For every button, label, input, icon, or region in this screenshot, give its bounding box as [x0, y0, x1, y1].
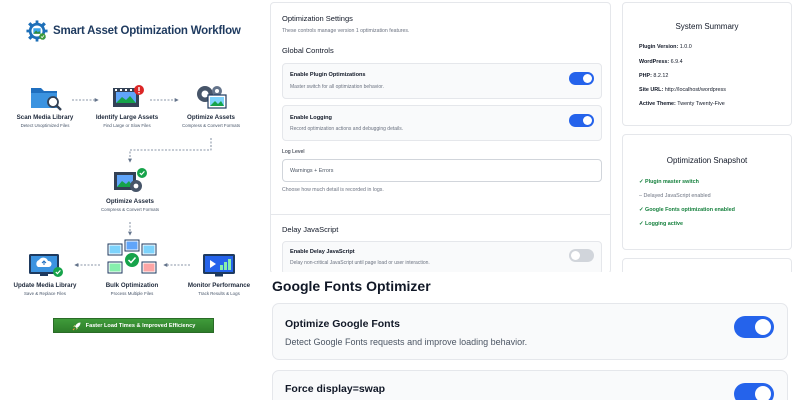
- delay-js-help: Delay non-critical JavaScript until page…: [290, 260, 430, 266]
- summary-key: Active Theme:: [639, 101, 676, 107]
- force-display-swap-card: Force display=swap: [272, 370, 788, 400]
- page-description: These controls manage version 1 optimiza…: [282, 28, 410, 34]
- summary-row-plugin-version: Plugin Version: 1.0.0: [639, 44, 692, 50]
- node-identify-subtitle: Find Large or Slow Files: [103, 123, 151, 128]
- node-optimize-assets-top: Optimize Assets Compress & Convert Forma…: [172, 82, 250, 128]
- force-display-swap-label: Force display=swap: [285, 383, 386, 395]
- node-monitor-title: Monitor Performance: [187, 282, 251, 289]
- log-level-select[interactable]: Warnings + Errors: [282, 159, 602, 182]
- node-update-media-library: Update Media Library Save & Replace File…: [8, 250, 82, 296]
- node-identify-large-assets: Identify Large Assets Find Large or Slow…: [92, 82, 162, 128]
- logging-toggle[interactable]: [569, 114, 594, 127]
- logging-label: Enable Logging: [290, 115, 332, 121]
- optimize-google-fonts-card: Optimize Google Fonts Detect Google Font…: [272, 303, 788, 360]
- film-alert-icon: [113, 85, 144, 107]
- node-update-subtitle: Save & Replace Files: [24, 291, 66, 296]
- google-fonts-heading: Google Fonts Optimizer: [272, 278, 431, 294]
- plugin-optimizations-card: Enable Plugin Optimizations Master switc…: [282, 63, 602, 99]
- snapshot-item: – Delayed JavaScript enabled: [639, 193, 711, 199]
- node-optimize-assets-middle: Optimize Assets Compress & Convert Forma…: [91, 166, 169, 212]
- summary-value: 8.2.12: [653, 73, 669, 79]
- summary-row-wordpress: WordPress: 6.9.4: [639, 59, 683, 65]
- summary-row-site-url: Site URL: http://localhost/wordpress: [639, 87, 726, 93]
- summary-value: Twenty Twenty-Five: [677, 101, 725, 107]
- snapshot-item: ✓ Logging active: [639, 221, 684, 227]
- gear-image-logo-icon: [26, 20, 48, 42]
- delay-js-card: Enable Delay JavaScript Delay non-critic…: [282, 241, 602, 275]
- node-update-title: Update Media Library: [13, 282, 77, 289]
- summary-key: WordPress:: [639, 59, 670, 65]
- system-summary-title: System Summary: [675, 22, 739, 31]
- film-gear-check-icon: [114, 168, 147, 192]
- plugin-optimizations-label: Enable Plugin Optimizations: [290, 72, 366, 78]
- results-banner-label: Faster Load Times & Improved Efficiency: [85, 322, 196, 329]
- toggle-knob: [755, 386, 771, 400]
- summary-value: http://localhost/wordpress: [664, 87, 726, 93]
- summary-key: Site URL:: [639, 87, 664, 93]
- log-level-value: Warnings + Errors: [290, 168, 334, 174]
- optimize-google-fonts-toggle[interactable]: [734, 316, 774, 338]
- image-stack-icon: [107, 239, 157, 274]
- node-identify-title: Identify Large Assets: [95, 114, 159, 121]
- logging-card: Enable Logging Record optimization actio…: [282, 105, 602, 141]
- snapshot-item: ✓ Plugin master switch: [639, 179, 699, 185]
- optimization-settings-panel: Optimization Settings These controls man…: [270, 2, 611, 275]
- node-monitor-performance: Monitor Performance Track Results & Logs: [182, 250, 256, 296]
- snapshot-item: ✓ Google Fonts optimization enabled: [639, 207, 735, 213]
- toggle-knob: [571, 251, 580, 260]
- page-title: Optimization Settings: [282, 14, 353, 23]
- summary-value: 1.0.0: [679, 44, 692, 50]
- force-display-swap-toggle[interactable]: [734, 383, 774, 400]
- workflow-infographic: Smart Asset Optimization Workflow Scan M…: [0, 0, 262, 400]
- global-controls-heading: Global Controls: [282, 46, 334, 55]
- workflow-title-text: Smart Asset Optimization Workflow: [53, 25, 241, 37]
- delay-js-label: Enable Delay JavaScript: [290, 249, 355, 255]
- cloud-upload-icon: [29, 254, 63, 277]
- node-bulk-subtitle: Process Multiple Files: [110, 291, 154, 296]
- node-optimize-top-subtitle: Compress & Convert Formats: [181, 123, 241, 128]
- plugin-optimizations-toggle[interactable]: [569, 72, 594, 85]
- log-level-label: Log Level: [282, 149, 305, 155]
- monitor-chart-icon: [203, 254, 235, 277]
- delay-js-heading: Delay JavaScript: [282, 225, 339, 234]
- log-level-help: Choose how much detail is recorded in lo…: [282, 187, 384, 193]
- folder-search-icon: [31, 88, 62, 111]
- optimize-google-fonts-label: Optimize Google Fonts: [285, 318, 400, 330]
- summary-key: Plugin Version:: [639, 44, 679, 50]
- results-banner: Faster Load Times & Improved Efficiency: [53, 318, 214, 333]
- node-scan-media-library: Scan Media Library Detect Unoptimized Fi…: [10, 82, 80, 128]
- section-divider: [271, 214, 610, 215]
- node-optimize-mid-title: Optimize Assets: [106, 198, 154, 205]
- logging-help: Record optimization actions and debuggin…: [290, 126, 404, 132]
- system-summary-card: System Summary Plugin Version: 1.0.0 Wor…: [622, 2, 792, 126]
- workflow-title: Smart Asset Optimization Workflow: [26, 20, 241, 42]
- plugin-optimizations-help: Master switch for all optimization behav…: [290, 84, 384, 90]
- snapshot-title: Optimization Snapshot: [666, 156, 748, 165]
- optimization-snapshot-card: Optimization Snapshot ✓ Plugin master sw…: [622, 134, 792, 250]
- summary-key: PHP:: [639, 73, 652, 79]
- node-optimize-top-title: Optimize Assets: [187, 114, 235, 121]
- toggle-knob: [755, 319, 771, 335]
- toggle-knob: [583, 74, 592, 83]
- node-bulk-title: Bulk Optimization: [105, 282, 159, 289]
- delay-js-toggle[interactable]: [569, 249, 594, 262]
- node-bulk-optimization: Bulk Optimization Process Multiple Files: [95, 238, 169, 296]
- node-optimize-mid-subtitle: Compress & Convert Formats: [100, 207, 160, 212]
- optimize-google-fonts-help: Detect Google Fonts requests and improve…: [285, 337, 528, 347]
- rocket-icon: [72, 322, 81, 330]
- node-scan-title: Scan Media Library: [16, 114, 74, 121]
- summary-value: 6.9.4: [670, 59, 683, 65]
- gear-image-icon: [197, 86, 227, 109]
- summary-row-active-theme: Active Theme: Twenty Twenty-Five: [639, 101, 725, 107]
- google-fonts-section: Google Fonts Optimizer Optimize Google F…: [262, 272, 800, 400]
- summary-row-php: PHP: 8.2.12: [639, 73, 668, 79]
- toggle-knob: [583, 116, 592, 125]
- node-monitor-subtitle: Track Results & Logs: [198, 291, 240, 296]
- node-scan-subtitle: Detect Unoptimized Files: [20, 123, 70, 128]
